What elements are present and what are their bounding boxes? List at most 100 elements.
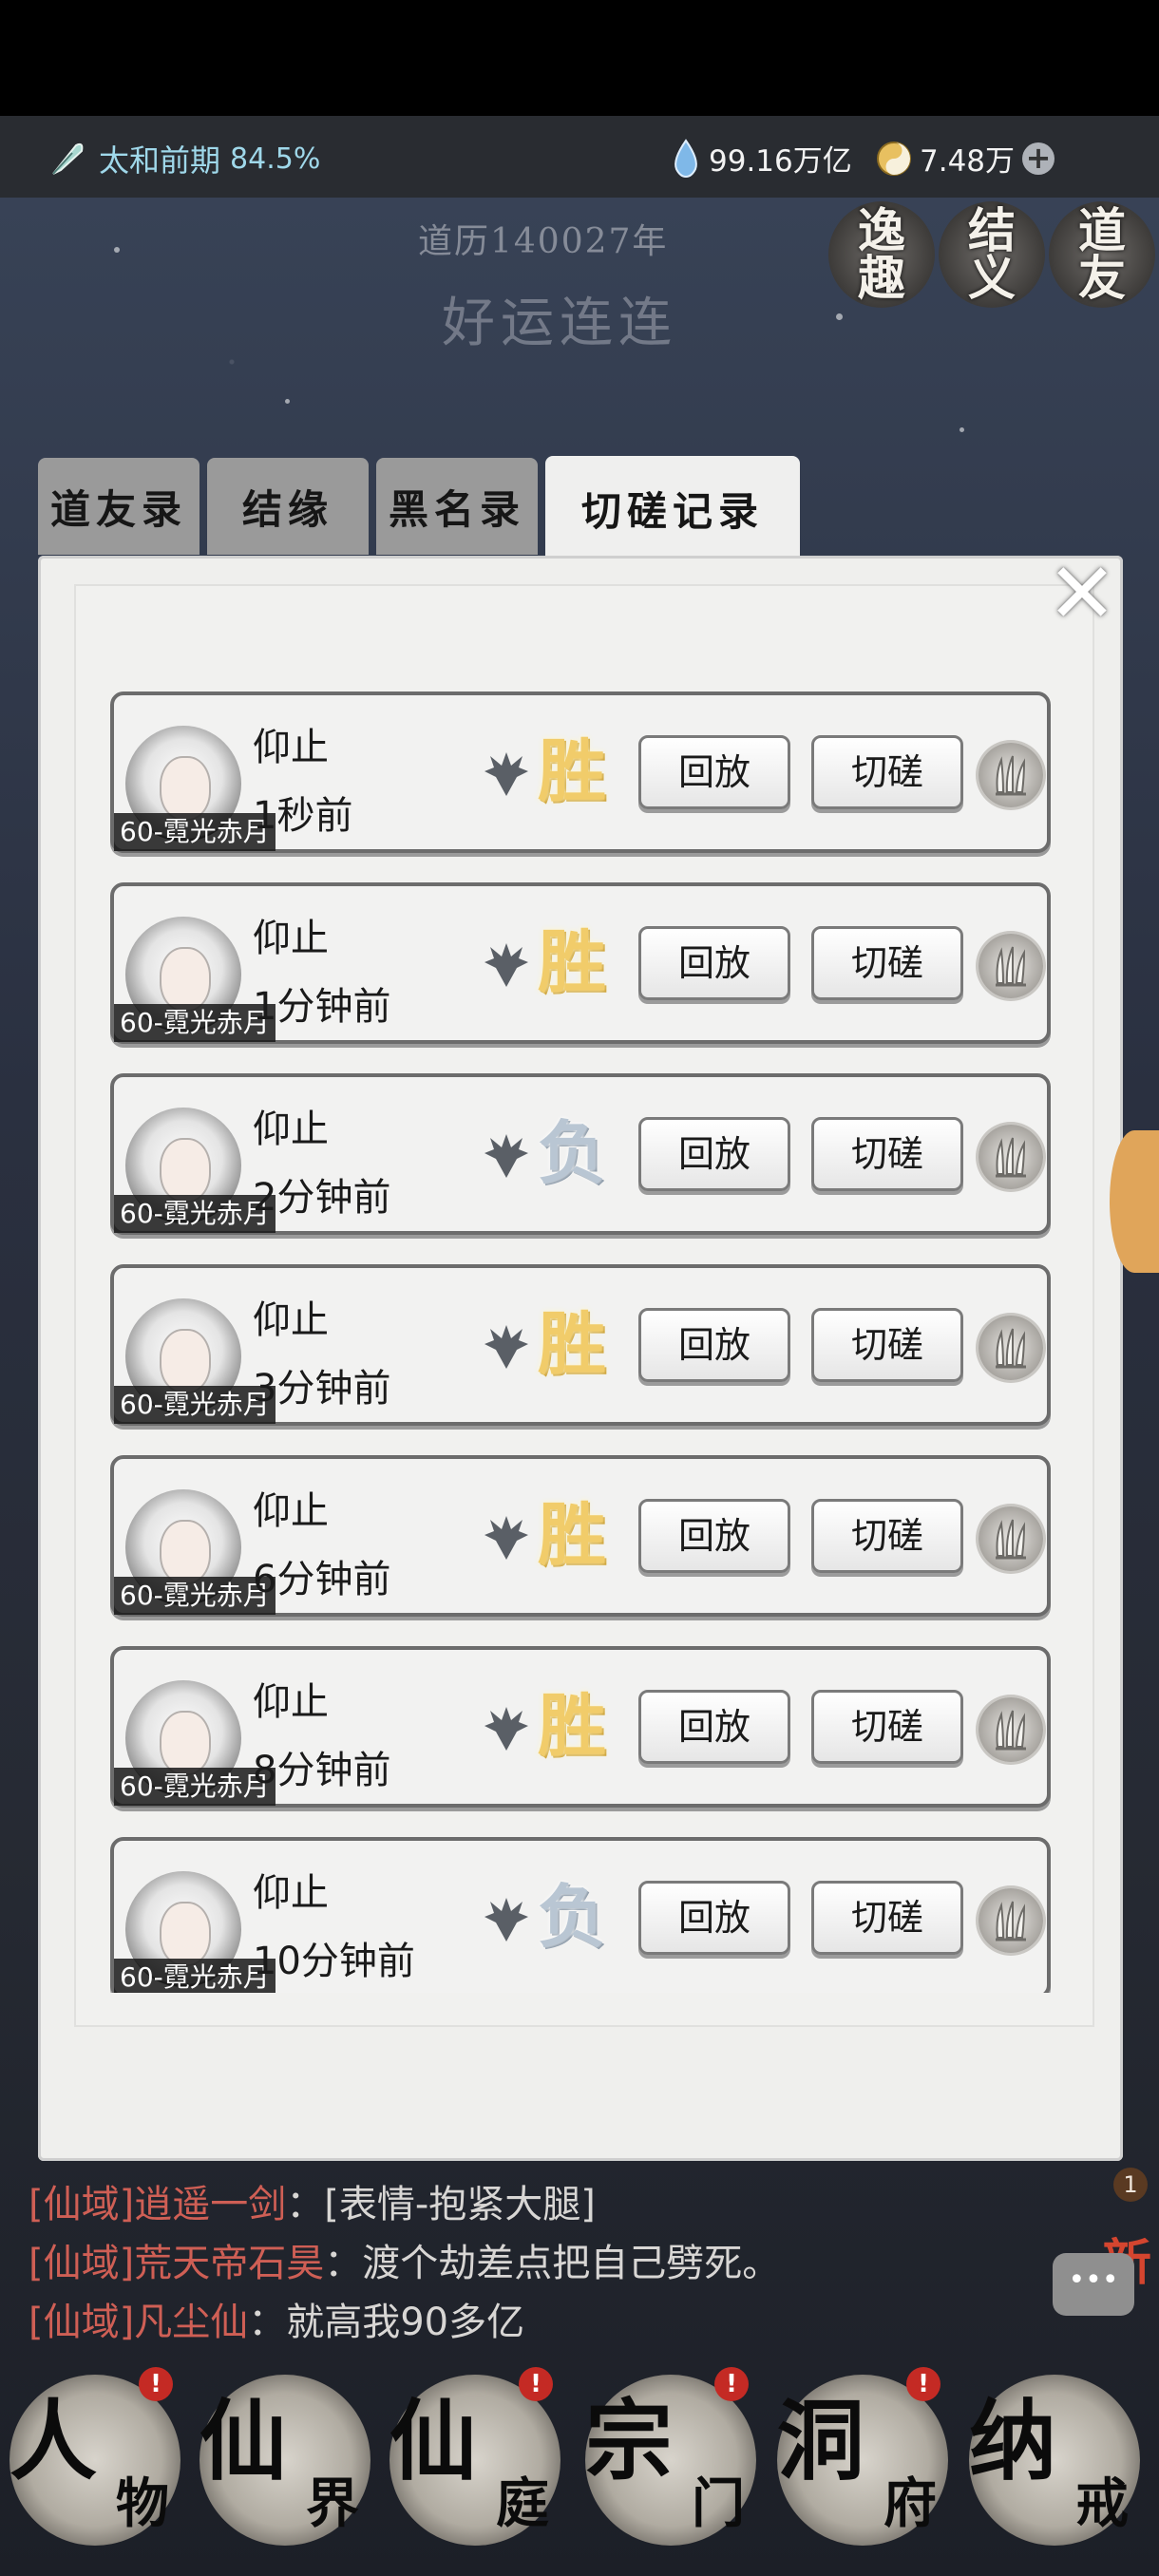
- tab-fate[interactable]: 结缘: [207, 458, 369, 555]
- chat-speaker[interactable]: 荒天帝石昊: [134, 2242, 324, 2285]
- claw-icon: [996, 1328, 1026, 1369]
- claw-icon: [996, 755, 1026, 796]
- tab-spar-records[interactable]: 切磋记录: [545, 456, 800, 560]
- opponent-name: 仰止: [253, 917, 329, 960]
- nav-cave-mansion[interactable]: 洞 府 !: [777, 2367, 948, 2546]
- chat-speaker[interactable]: 凡尘仙: [134, 2301, 248, 2344]
- plus-icon[interactable]: +: [1022, 142, 1055, 175]
- avatar-label: 60-霓光赤月: [114, 1386, 276, 1424]
- replay-button[interactable]: 回放: [638, 735, 790, 809]
- spar-button[interactable]: 切磋: [811, 1499, 963, 1573]
- result-win: 胜: [538, 1685, 607, 1766]
- record-time: 1分钟前: [253, 985, 391, 1029]
- rank-crest-icon: [484, 1707, 528, 1751]
- result-win: 胜: [538, 1494, 607, 1575]
- rank-crest-icon: [484, 1325, 528, 1369]
- close-icon[interactable]: ✕: [1045, 552, 1119, 635]
- avatar-label: 60-霓光赤月: [114, 1768, 276, 1806]
- record-time: 10分钟前: [253, 1940, 415, 1983]
- currency-counter[interactable]: 7.48万 +: [876, 137, 1055, 180]
- chat-separator: ：: [324, 2242, 363, 2285]
- nav-immortal-court[interactable]: 仙 庭 !: [390, 2367, 560, 2546]
- realm-display[interactable]: 太和前期 84.5%: [48, 137, 320, 180]
- record-row: 60-霓光赤月 仰止 1秒前 胜 回放 切磋: [110, 691, 1051, 853]
- replay-button[interactable]: 回放: [638, 1117, 790, 1191]
- record-row: 60-霓光赤月 仰止 1分钟前 胜 回放 切磋: [110, 882, 1051, 1044]
- record-row: 60-霓光赤月 仰止 6分钟前 胜 回放 切磋: [110, 1455, 1051, 1617]
- nav-sect-char2: 门: [692, 2472, 745, 2535]
- record-time: 6分钟前: [253, 1558, 391, 1601]
- sworn-button-char2: 义: [968, 250, 1016, 306]
- water-drop-icon: [674, 138, 697, 178]
- leisure-button-char1: 逸: [858, 202, 905, 258]
- tab-friends[interactable]: 道友录: [38, 458, 200, 555]
- replay-button[interactable]: 回放: [638, 926, 790, 1000]
- chat-message: [仙域]凡尘仙：就高我90多亿: [28, 2293, 780, 2352]
- spar-button[interactable]: 切磋: [811, 1117, 963, 1191]
- snow-particle: [960, 427, 964, 432]
- detail-button[interactable]: [978, 1506, 1043, 1571]
- result-win: 胜: [538, 1303, 607, 1384]
- realm-progress: 84.5%: [230, 142, 321, 176]
- nav-character-char2: 物: [116, 2472, 169, 2535]
- replay-button[interactable]: 回放: [638, 1308, 790, 1382]
- avatar-label: 60-霓光赤月: [114, 1959, 276, 1993]
- snow-particle: [285, 399, 290, 404]
- nav-immortal-realm-char1: 仙: [200, 2390, 288, 2492]
- record-row: 60-霓光赤月 仰止 8分钟前 胜 回放 切磋: [110, 1646, 1051, 1808]
- spar-button[interactable]: 切磋: [811, 1690, 963, 1764]
- chat-speaker[interactable]: 逍遥一剑: [134, 2183, 286, 2226]
- system-status-area: [0, 0, 1159, 116]
- nav-alert-badge: !: [906, 2367, 940, 2401]
- detail-button[interactable]: [978, 1125, 1043, 1189]
- world-chat[interactable]: [仙域]逍遥一剑：[表情-抱紧大腿] [仙域]荒天帝石昊：渡个劫差点把自己劈死。…: [28, 2175, 780, 2352]
- record-time: 3分钟前: [253, 1367, 391, 1411]
- chat-text: 渡个劫差点把自己劈死。: [362, 2242, 781, 2285]
- detail-button[interactable]: [978, 743, 1043, 807]
- result-win: 胜: [538, 921, 607, 1002]
- detail-button[interactable]: [978, 1316, 1043, 1380]
- spirit-stone-counter[interactable]: 99.16万亿: [671, 137, 852, 180]
- sworn-button[interactable]: 结 义: [939, 201, 1045, 308]
- friend-button[interactable]: 道 友: [1049, 201, 1155, 308]
- rank-crest-icon: [484, 752, 528, 796]
- claw-icon: [996, 1519, 1026, 1560]
- chat-channel: [仙域]: [28, 2301, 135, 2344]
- claw-icon: [996, 1710, 1026, 1751]
- replay-button[interactable]: 回放: [638, 1690, 790, 1764]
- spar-button[interactable]: 切磋: [811, 926, 963, 1000]
- spar-button[interactable]: 切磋: [811, 735, 963, 809]
- opponent-name: 仰止: [253, 1680, 329, 1724]
- fortune-text: 好运连连: [442, 293, 677, 354]
- detail-button[interactable]: [978, 1888, 1043, 1953]
- leisure-button[interactable]: 逸 趣: [828, 201, 935, 308]
- nav-character[interactable]: 人 物 !: [10, 2367, 180, 2546]
- spar-button[interactable]: 切磋: [811, 1308, 963, 1382]
- opponent-name: 仰止: [253, 1871, 329, 1915]
- nav-alert-badge: !: [714, 2367, 749, 2401]
- spirit-stone-value: 99.16万亿: [709, 144, 852, 179]
- side-float-button[interactable]: [1110, 1130, 1159, 1273]
- realm-name: 太和前期: [99, 142, 221, 179]
- detail-button[interactable]: [978, 1697, 1043, 1762]
- spar-record-list[interactable]: 60-霓光赤月 仰止 1秒前 胜 回放 切磋 60-霓光赤月 仰止 1分钟前 胜…: [110, 691, 1053, 1993]
- chat-bubble-icon[interactable]: •••: [1053, 2253, 1134, 2316]
- nav-immortal-court-char2: 庭: [496, 2472, 549, 2535]
- nav-cave-mansion-char2: 府: [884, 2472, 937, 2535]
- rank-crest-icon: [484, 1134, 528, 1178]
- record-row: 60-霓光赤月 仰止 10分钟前 负 回放 切磋: [110, 1837, 1051, 1993]
- calendar-date: 道历140027年: [418, 222, 669, 261]
- avatar-face: [160, 1902, 211, 1966]
- result-lose: 负: [538, 1112, 607, 1193]
- nav-immortal-realm[interactable]: 仙 界: [200, 2375, 370, 2546]
- tab-blacklist[interactable]: 黑名录: [376, 458, 538, 555]
- nav-sect[interactable]: 宗 门 !: [585, 2367, 756, 2546]
- result-lose: 负: [538, 1876, 607, 1957]
- nav-storage-ring[interactable]: 纳 戒: [969, 2375, 1140, 2546]
- spar-button[interactable]: 切磋: [811, 1881, 963, 1955]
- replay-button[interactable]: 回放: [638, 1499, 790, 1573]
- replay-button[interactable]: 回放: [638, 1881, 790, 1955]
- chat-separator: ：: [248, 2301, 287, 2344]
- detail-button[interactable]: [978, 934, 1043, 998]
- chat-separator: ：: [286, 2183, 325, 2226]
